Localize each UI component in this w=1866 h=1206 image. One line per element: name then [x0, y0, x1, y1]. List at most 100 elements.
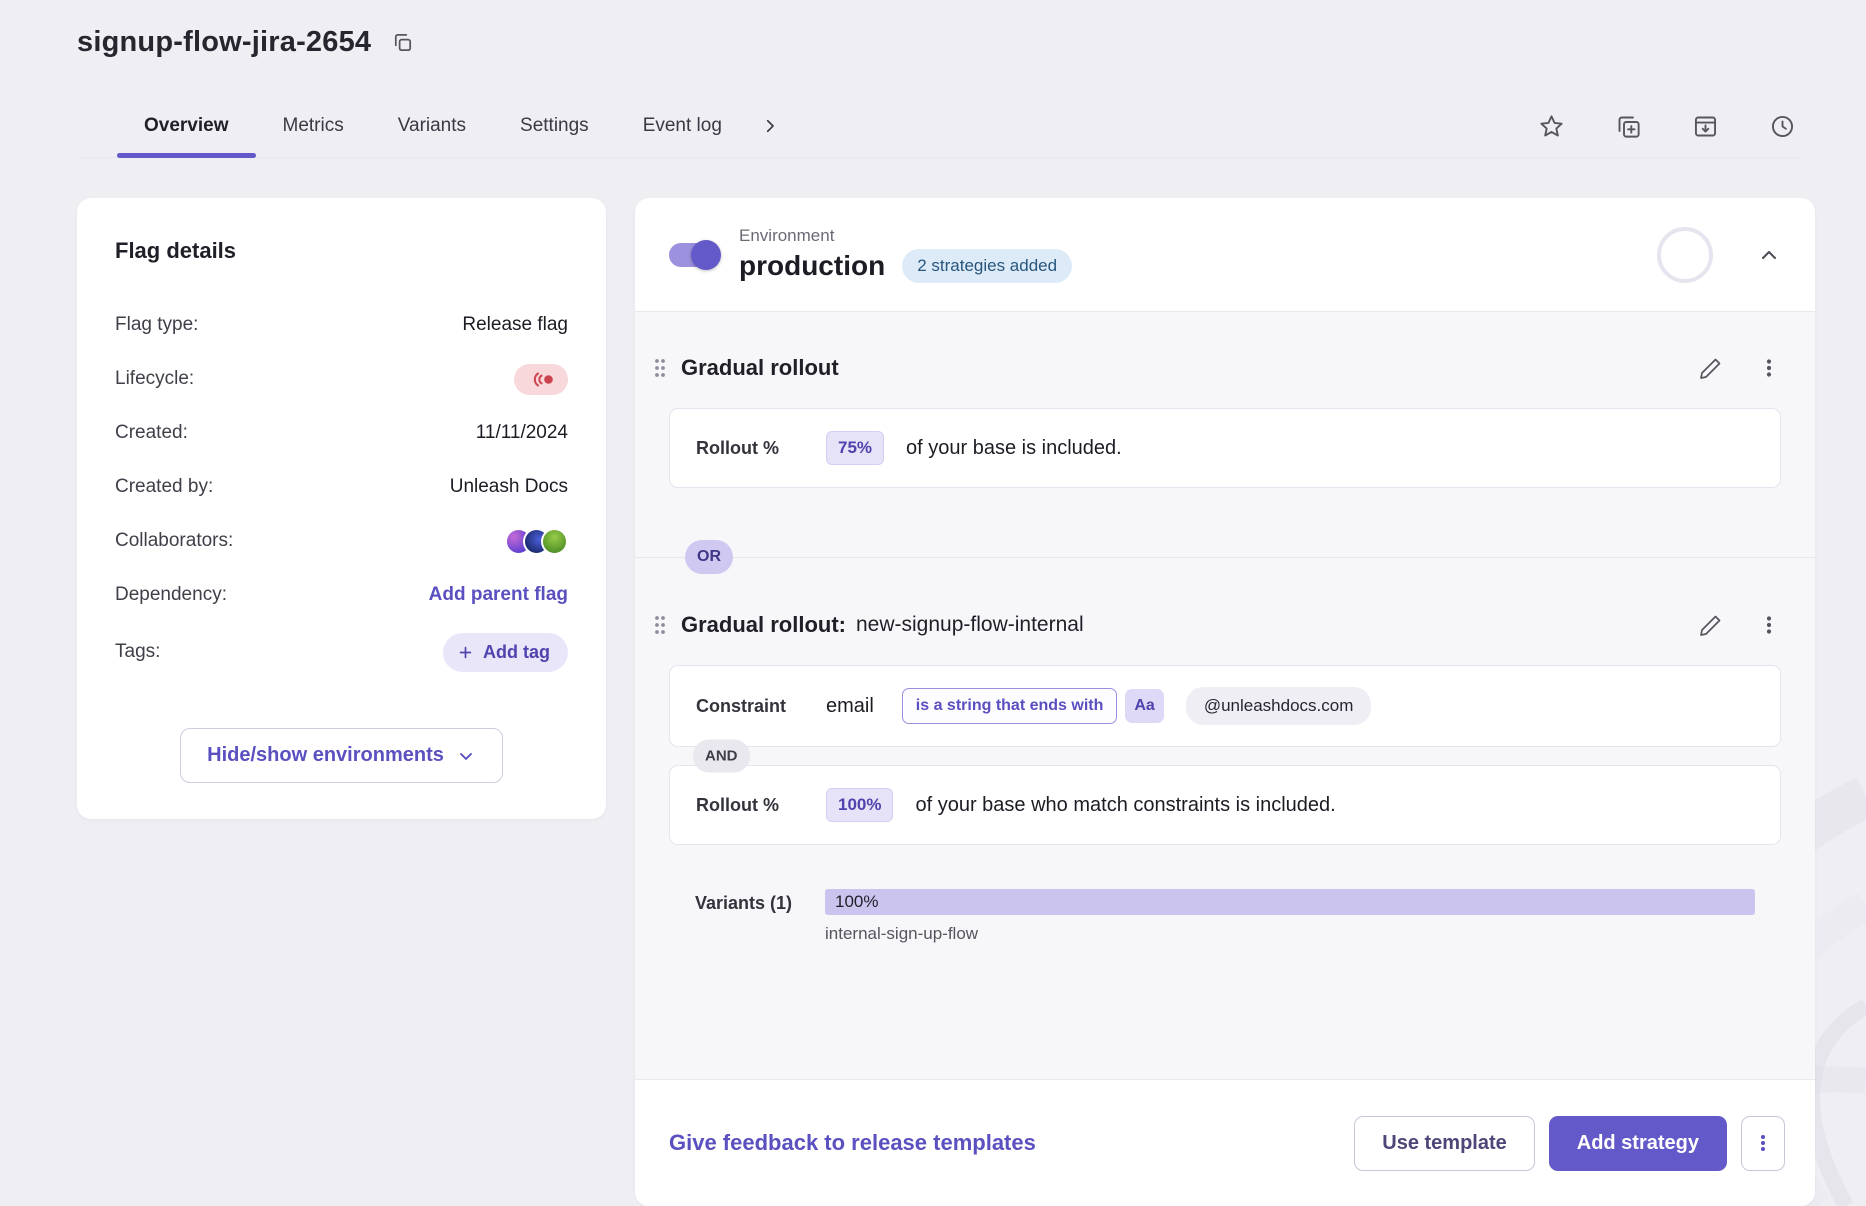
- main-content: Flag details Flag type: Release flag Lif…: [77, 198, 1815, 1206]
- drag-handle-icon[interactable]: [647, 353, 673, 383]
- add-tag-button[interactable]: Add tag: [443, 633, 568, 672]
- strategy1-rollout-box: Rollout % 75% of your base is included.: [669, 408, 1781, 488]
- edit-icon: [1699, 356, 1723, 380]
- created-by-label: Created by:: [115, 476, 213, 498]
- environment-footer: Give feedback to release templates Use t…: [635, 1080, 1815, 1206]
- rollout-percent-chip: 75%: [826, 431, 884, 465]
- created-label: Created:: [115, 422, 188, 444]
- collaborator-avatars: [505, 528, 568, 555]
- strategy1-edit-button[interactable]: [1695, 352, 1727, 384]
- rollout-description: of your base is included.: [906, 437, 1122, 460]
- lifecycle-row: Lifecycle:: [115, 352, 568, 406]
- tab-event-log[interactable]: Event log: [616, 99, 749, 157]
- strategy2-name: new-signup-flow-internal: [856, 613, 1084, 637]
- variant-distribution-bar: 100%: [825, 889, 1755, 915]
- environment-toggle[interactable]: [669, 243, 719, 267]
- created-by-value: Unleash Docs: [450, 476, 568, 498]
- add-tag-label: Add tag: [483, 642, 550, 663]
- collaborators-label: Collaborators:: [115, 530, 233, 552]
- top-bar: signup-flow-jira-2654: [0, 0, 1866, 59]
- chevron-up-icon: [1757, 243, 1781, 267]
- environment-card: Environment production 2 strategies adde…: [635, 198, 1815, 1206]
- tab-settings-label: Settings: [520, 115, 589, 136]
- copy-flag-name-button[interactable]: [387, 27, 418, 58]
- duplicate-add-icon: [1615, 113, 1642, 140]
- tab-variants-label: Variants: [398, 115, 466, 136]
- tab-settings[interactable]: Settings: [493, 99, 616, 157]
- copy-icon: [391, 31, 414, 54]
- rollout-percent-chip: 100%: [826, 788, 893, 822]
- drag-handle-icon[interactable]: [647, 610, 673, 640]
- strategy2-edit-button[interactable]: [1695, 609, 1727, 641]
- strategy2-rollout-box: Rollout % 100% of your base who match co…: [669, 765, 1781, 845]
- flag-type-label: Flag type:: [115, 314, 198, 336]
- collapse-environment-button[interactable]: [1753, 239, 1785, 271]
- strategy2-title: Gradual rollout:: [681, 612, 846, 638]
- environment-header: Environment production 2 strategies adde…: [635, 198, 1815, 311]
- kebab-menu-icon: [1757, 356, 1781, 380]
- flag-details-card: Flag details Flag type: Release flag Lif…: [77, 198, 606, 819]
- strategy-or-divider: OR: [635, 540, 1815, 573]
- environment-name: production: [739, 250, 885, 282]
- plus-icon: [457, 644, 474, 661]
- environment-meta: Environment production 2 strategies adde…: [739, 226, 1072, 283]
- strategy-list-menu-button[interactable]: [1741, 1116, 1785, 1171]
- add-parent-flag-link[interactable]: Add parent flag: [429, 584, 568, 606]
- tabs-overflow-button[interactable]: [757, 113, 783, 139]
- tab-bar: Overview Metrics Variants Settings Event…: [77, 99, 1800, 158]
- chevron-down-icon: [456, 746, 476, 766]
- archive-icon: [1692, 113, 1719, 140]
- hide-show-environments-button[interactable]: Hide/show environments: [180, 728, 503, 783]
- lifecycle-completed-icon: [526, 372, 556, 387]
- lifecycle-stage-badge[interactable]: [514, 364, 568, 395]
- tab-metrics-label: Metrics: [283, 115, 344, 136]
- tab-variants[interactable]: Variants: [371, 99, 493, 157]
- variant-name: internal-sign-up-flow: [825, 924, 1755, 944]
- flag-details-title: Flag details: [115, 238, 568, 264]
- constraint-label: Constraint: [696, 696, 826, 717]
- strategy1-title: Gradual rollout: [681, 355, 839, 381]
- history-button[interactable]: [1765, 109, 1800, 144]
- constraint-value-chip: @unleashdocs.com: [1186, 687, 1372, 725]
- strategy2-header: Gradual rollout: new-signup-flow-interna…: [635, 599, 1815, 651]
- page-title: signup-flow-jira-2654: [77, 26, 371, 59]
- constraint-box: Constraint email is a string that ends w…: [669, 665, 1781, 747]
- flag-type-value: Release flag: [462, 314, 568, 336]
- variant-percent: 100%: [835, 892, 878, 912]
- tab-overview-label: Overview: [144, 115, 229, 136]
- strategy1-menu-button[interactable]: [1753, 352, 1785, 384]
- tags-label: Tags:: [115, 641, 160, 663]
- rollout-label: Rollout %: [696, 795, 826, 816]
- flag-action-icons: [1534, 109, 1800, 148]
- tab-overview[interactable]: Overview: [117, 99, 256, 157]
- environment-label: Environment: [739, 226, 1072, 246]
- star-icon: [1538, 113, 1565, 140]
- add-strategy-button[interactable]: Add strategy: [1549, 1116, 1727, 1171]
- case-sensitivity-badge: Aa: [1125, 689, 1163, 723]
- copy-flag-button[interactable]: [1611, 109, 1646, 144]
- strategy2-menu-button[interactable]: [1753, 609, 1785, 641]
- edit-icon: [1699, 613, 1723, 637]
- avatar: [541, 528, 568, 555]
- toggle-knob: [691, 240, 721, 270]
- dependency-row: Dependency: Add parent flag: [115, 568, 568, 622]
- created-by-row: Created by: Unleash Docs: [115, 460, 568, 514]
- kebab-menu-icon: [1757, 613, 1781, 637]
- use-template-button[interactable]: Use template: [1354, 1116, 1535, 1171]
- favorite-button[interactable]: [1534, 109, 1569, 144]
- divider-line: [635, 557, 1815, 558]
- dependency-label: Dependency:: [115, 584, 227, 606]
- archive-button[interactable]: [1688, 109, 1723, 144]
- release-templates-feedback-link[interactable]: Give feedback to release templates: [669, 1130, 1036, 1156]
- environment-metrics-circle: [1657, 227, 1713, 283]
- chevron-right-icon: [761, 117, 779, 135]
- flag-type-row: Flag type: Release flag: [115, 298, 568, 352]
- rollout-description: of your base who match constraints is in…: [915, 794, 1335, 817]
- hide-show-environments-label: Hide/show environments: [207, 744, 444, 767]
- strategies-count-badge: 2 strategies added: [902, 249, 1072, 283]
- kebab-menu-icon: [1752, 1132, 1774, 1154]
- and-operator-badge: AND: [693, 740, 750, 773]
- constraint-and-separator: AND: [635, 747, 1815, 765]
- tab-metrics[interactable]: Metrics: [256, 99, 371, 157]
- or-operator-badge: OR: [685, 540, 733, 574]
